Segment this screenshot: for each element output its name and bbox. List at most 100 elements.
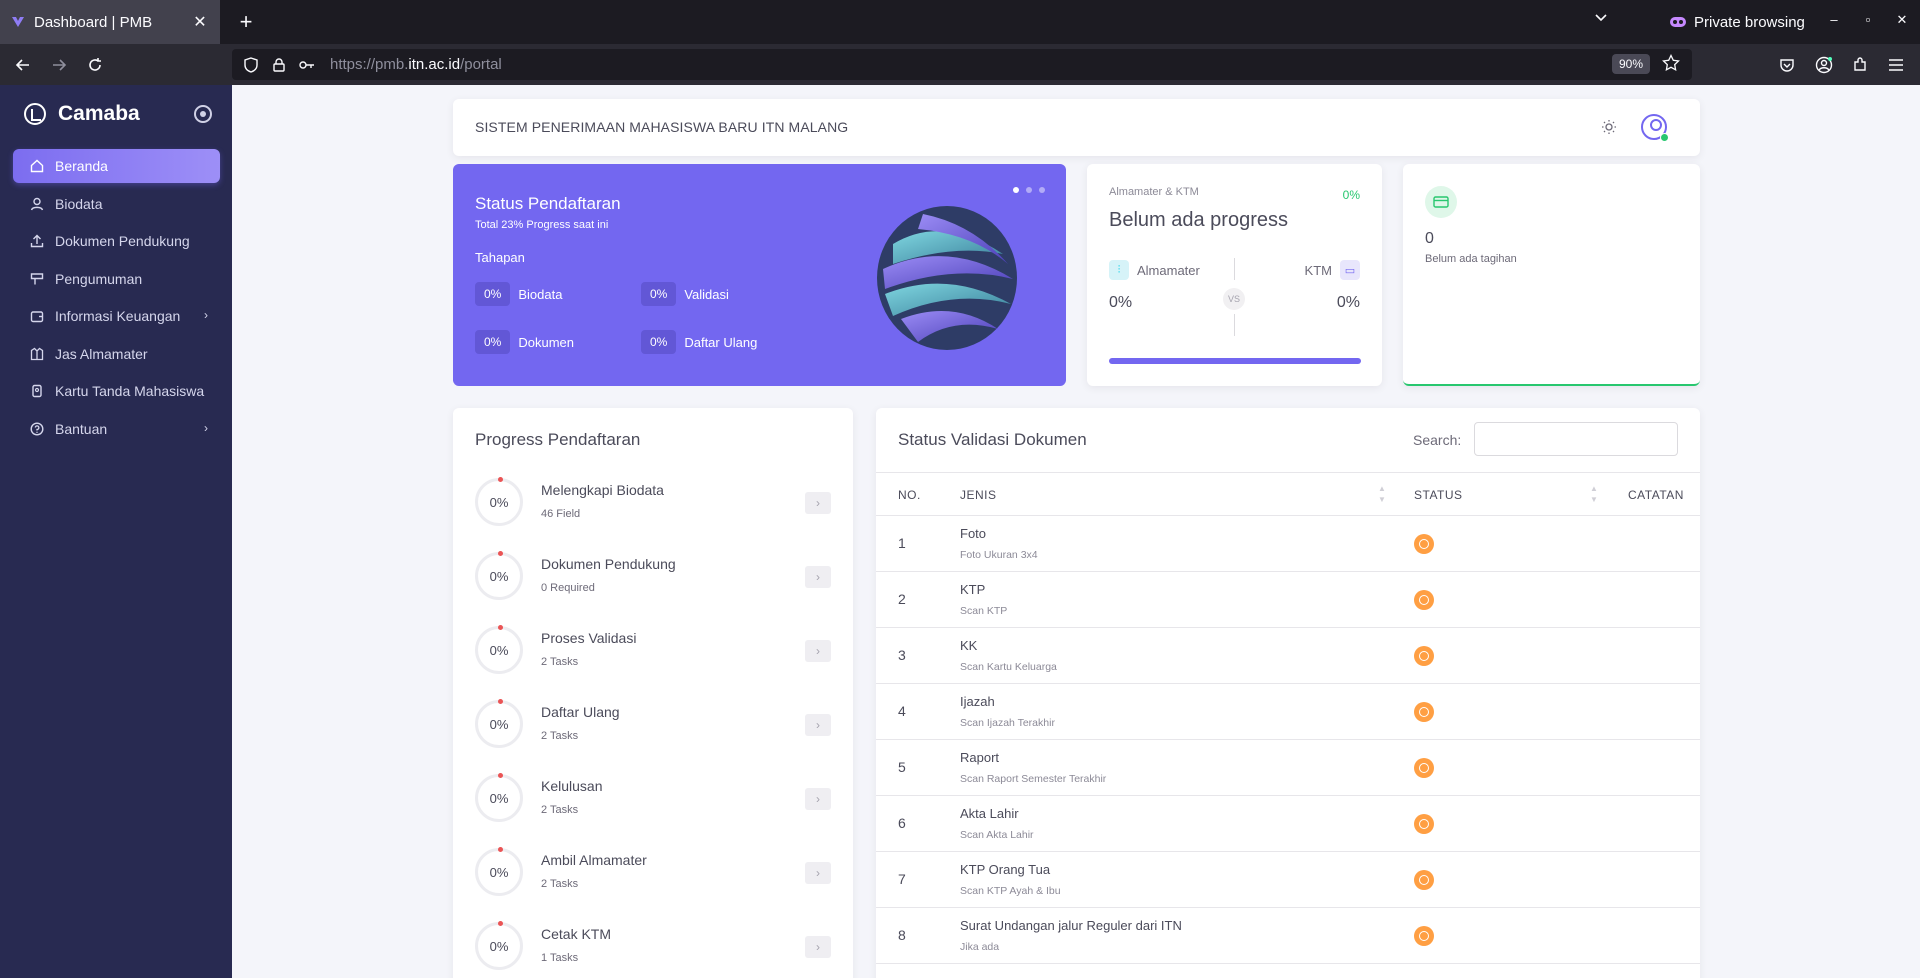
address-bar[interactable]: https://pmb.itn.ac.id/portal 90% [232, 49, 1692, 80]
step-percent: 0% [475, 282, 511, 306]
sidebar-toggle-icon[interactable] [194, 105, 212, 123]
progress-pendaftaran-card: Progress Pendaftaran 0% Melengkapi Bioda… [453, 408, 853, 978]
sidebar-item-label: Informasi Keuangan [55, 308, 181, 324]
sort-icon[interactable]: ▲ ▼ [1590, 483, 1598, 505]
browser-tab[interactable]: Dashboard | PMB ✕ [0, 0, 220, 44]
row-number: 1 [898, 535, 906, 551]
avatar[interactable] [1641, 114, 1669, 142]
tab-list-chevron-icon[interactable] [1594, 10, 1608, 29]
jacket-icon [29, 346, 45, 362]
credit-card-icon [1425, 186, 1457, 218]
table-row: 4 Ijazah Scan Ijazah Terakhir [876, 684, 1700, 740]
pending-status-icon [1414, 702, 1434, 722]
chevron-right-button[interactable]: › [805, 640, 831, 662]
window-close-icon[interactable]: ✕ [1892, 12, 1912, 28]
brand-logo-icon [24, 103, 46, 125]
key-icon[interactable] [298, 56, 316, 74]
column-status[interactable]: STATUS [1414, 488, 1463, 502]
item-title: Kelulusan [541, 778, 603, 794]
new-tab-icon[interactable]: + [232, 8, 260, 36]
column-no[interactable]: NO. [898, 488, 921, 502]
progress-ring: 0% [475, 551, 523, 600]
doc-name: Raport [960, 750, 1000, 765]
sidebar-item-bantuan[interactable]: Bantuan › [13, 412, 220, 446]
sidebar-item-biodata[interactable]: Biodata [13, 187, 220, 221]
pending-status-icon [1414, 870, 1434, 890]
table-row: 2 KTP Scan KTP [876, 572, 1700, 628]
sidebar-item-beranda[interactable]: Beranda [13, 149, 220, 183]
table-row: 5 Raport Scan Raport Semester Terakhir [876, 740, 1700, 796]
doc-desc: Scan KTP Ayah & Ibu [960, 885, 1061, 897]
brand-name: Camaba [58, 102, 140, 125]
search-input[interactable] [1474, 422, 1678, 456]
sidebar-item-jas-almamater[interactable]: Jas Almamater [13, 337, 220, 371]
account-icon[interactable] [1811, 52, 1837, 78]
sidebar-item-label: Bantuan [55, 420, 108, 437]
shield-icon[interactable] [242, 56, 260, 74]
validasi-title: Status Validasi Dokumen [898, 430, 1087, 449]
progress-bar [1109, 358, 1361, 364]
table-row: 7 KTP Orang Tua Scan KTP Ayah & Ibu [876, 852, 1700, 908]
status-subtitle: Total 23% Progress saat ini [475, 219, 609, 231]
carousel-dot[interactable] [1026, 187, 1032, 193]
column-jenis[interactable]: JENIS [960, 488, 997, 502]
item-title: Ambil Almamater [541, 852, 647, 868]
bookmark-star-icon[interactable] [1662, 53, 1680, 77]
step-dokumen: 0% Dokumen [475, 330, 574, 354]
chevron-right-button[interactable]: › [805, 714, 831, 736]
chevron-right-button[interactable]: › [805, 862, 831, 884]
forward-arrow-icon[interactable] [46, 52, 72, 78]
item-subtitle: 2 Tasks [541, 656, 579, 668]
sidebar-item-informasi-keuangan[interactable]: Informasi Keuangan › [13, 299, 220, 333]
almamater-label-group: ⫶ Almamater [1109, 260, 1200, 280]
chevron-right-icon: › [204, 308, 208, 322]
item-subtitle: 2 Tasks [541, 730, 579, 742]
url-text[interactable]: https://pmb.itn.ac.id/portal [330, 56, 502, 73]
chevron-right-button[interactable]: › [805, 566, 831, 588]
zoom-level-badge[interactable]: 90% [1611, 54, 1650, 74]
chevron-right-button[interactable]: › [805, 788, 831, 810]
progress-ring: 0% [475, 773, 523, 822]
item-subtitle: 1 Tasks [541, 952, 579, 964]
carousel-indicators[interactable] [1013, 187, 1045, 193]
restore-icon[interactable]: ▫ [1858, 12, 1878, 27]
hamburger-menu-icon[interactable] [1883, 52, 1909, 78]
chevron-right-icon: › [204, 420, 208, 435]
doc-desc: Foto Ukuran 3x4 [960, 549, 1038, 561]
sidebar-item-label: Dokumen Pendukung [55, 233, 190, 249]
sort-icon[interactable]: ▲ ▼ [1378, 483, 1386, 505]
close-tab-icon[interactable]: ✕ [190, 12, 210, 32]
almamater-percent: 0% [1342, 188, 1360, 202]
doc-name: Surat Undangan jalur Reguler dari ITN [960, 918, 1182, 933]
row-number: 3 [898, 647, 906, 663]
almamater-caption: Almamater & KTM [1109, 186, 1199, 198]
lock-icon[interactable] [270, 56, 288, 74]
theme-toggle-sun-icon[interactable] [1601, 119, 1617, 135]
sidebar-item-kartu-tanda-mahasiswa[interactable]: Kartu Tanda Mahasiswa [13, 374, 220, 408]
pocket-icon[interactable] [1774, 52, 1800, 78]
pending-status-icon [1414, 926, 1434, 946]
step-label: Daftar Ulang [684, 334, 758, 350]
column-catatan[interactable]: CATATAN [1628, 488, 1684, 502]
carousel-dot[interactable] [1039, 187, 1045, 193]
sidebar-item-dokumen-pendukung[interactable]: Dokumen Pendukung [13, 224, 220, 258]
chevron-right-button[interactable]: › [805, 936, 831, 958]
sidebar-item-pengumuman[interactable]: Pengumuman [13, 262, 220, 296]
status-pendaftaran-card: Status Pendaftaran Total 23% Progress sa… [453, 164, 1066, 386]
doc-name: KK [960, 638, 978, 653]
search-label: Search: [1413, 432, 1462, 448]
list-item: 0% Melengkapi Biodata 46 Field › [475, 477, 831, 538]
extensions-icon[interactable] [1847, 52, 1873, 78]
carousel-dot[interactable] [1013, 187, 1019, 193]
tahapan-heading: Tahapan [475, 250, 525, 265]
minimize-icon[interactable]: – [1824, 12, 1844, 27]
back-arrow-icon[interactable] [10, 52, 36, 78]
brand[interactable]: Camaba [24, 99, 140, 129]
reload-icon[interactable] [82, 52, 108, 78]
status-title: Status Pendaftaran [475, 194, 621, 213]
divider [1234, 258, 1235, 280]
progress-ring: 0% [475, 847, 523, 896]
step-label: Dokumen [518, 334, 574, 350]
table-row: 1 Foto Foto Ukuran 3x4 [876, 516, 1700, 572]
chevron-right-button[interactable]: › [805, 492, 831, 514]
